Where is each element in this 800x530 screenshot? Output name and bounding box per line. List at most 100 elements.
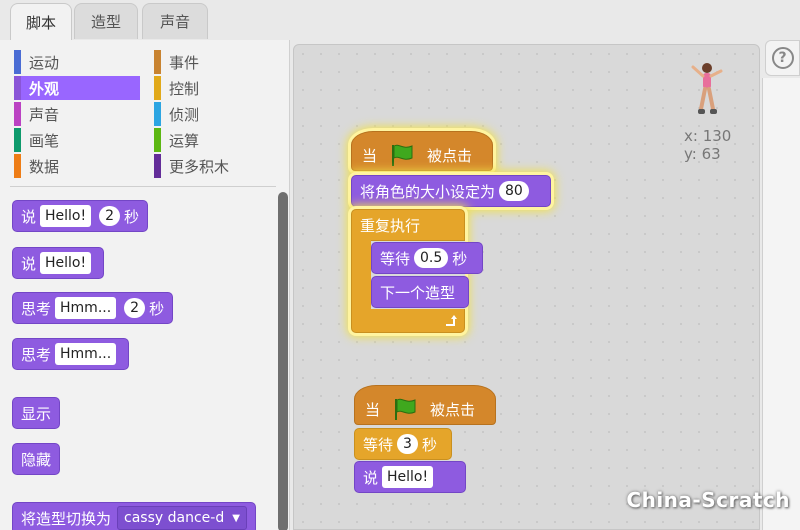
category-color — [154, 128, 161, 152]
block-label: 说 — [363, 468, 379, 487]
say-block[interactable]: 说 Hello! — [12, 247, 105, 279]
category-label: 画笔 — [29, 131, 60, 150]
category-color — [14, 154, 21, 178]
sprite-y: y: 63 — [684, 145, 721, 163]
block-label: 等待 — [363, 435, 394, 454]
block-text-input[interactable]: Hello! — [382, 466, 434, 488]
block-text-input[interactable]: Hmm... — [55, 343, 117, 365]
category-sensing[interactable]: 侦测 — [154, 102, 274, 126]
category-label: 控制 — [169, 79, 200, 98]
category-color — [154, 154, 161, 178]
category-more-blocks[interactable]: 更多积木 — [154, 154, 274, 178]
block-label: 秒 — [149, 299, 165, 318]
block-label: 重复执行 — [360, 216, 421, 235]
tab-label: 声音 — [159, 13, 190, 31]
category-operators[interactable]: 运算 — [154, 128, 274, 152]
category-color — [154, 50, 161, 74]
category-control[interactable]: 控制 — [154, 76, 274, 100]
loop-arrow-icon — [446, 315, 457, 326]
think-for-secs-block[interactable]: 思考 Hmm... 2 秒 — [12, 292, 174, 324]
when-flag-clicked-hat[interactable]: 当 被点击 — [351, 131, 493, 171]
block-label: 隐藏 — [21, 450, 52, 469]
category-events[interactable]: 事件 — [154, 50, 274, 74]
category-looks[interactable]: 外观 — [14, 76, 140, 100]
show-block[interactable]: 显示 — [12, 397, 61, 429]
switch-costume-block[interactable]: 将造型切换为 cassy dance-d ▼ — [12, 502, 256, 530]
sprite-x: x: 130 — [684, 127, 732, 145]
tab-sounds[interactable]: 声音 — [142, 3, 208, 39]
category-label: 外观 — [29, 79, 60, 98]
block-label: 将造型切换为 — [21, 509, 112, 528]
green-flag-icon — [395, 398, 416, 420]
tab-costumes[interactable]: 造型 — [74, 3, 138, 39]
say-for-secs-block[interactable]: 说 Hello! 2 秒 — [12, 200, 149, 232]
category-color — [154, 102, 161, 126]
wait-block[interactable]: 等待 0.5 秒 — [371, 242, 483, 274]
category-label: 事件 — [169, 53, 200, 72]
costume-dropdown[interactable]: cassy dance-d ▼ — [117, 506, 247, 530]
block-label: 将角色的大小设定为 — [360, 182, 496, 201]
block-label: 秒 — [452, 249, 468, 268]
sprite-thumbnail-icon — [691, 63, 723, 114]
category-data[interactable]: 数据 — [14, 154, 134, 178]
category-divider — [10, 186, 276, 187]
block-label: 思考 — [21, 345, 52, 364]
next-costume-block[interactable]: 下一个造型 — [371, 276, 469, 308]
script-area[interactable]: x: 130 y: 63 当 被点击 将角色的大小设定为 80 重复执行 等待 … — [293, 44, 760, 530]
help-button[interactable]: ? — [765, 40, 800, 76]
category-label: 运算 — [169, 131, 200, 150]
category-sound[interactable]: 声音 — [14, 102, 134, 126]
block-label: 秒 — [421, 435, 437, 454]
set-size-block[interactable]: 将角色的大小设定为 80 — [351, 175, 551, 207]
green-flag-icon — [392, 144, 413, 166]
category-label: 声音 — [29, 105, 60, 124]
think-block[interactable]: 思考 Hmm... — [12, 338, 130, 370]
when-flag-clicked-hat-2[interactable]: 当 被点击 — [354, 385, 496, 425]
block-label: 显示 — [21, 404, 52, 423]
block-number-input[interactable]: 80 — [499, 181, 529, 201]
help-icon: ? — [771, 47, 794, 69]
block-number-input[interactable]: 0.5 — [414, 248, 449, 268]
block-label: 当 — [365, 400, 381, 419]
category-label: 侦测 — [169, 105, 200, 124]
tab-scripts[interactable]: 脚本 — [10, 3, 72, 41]
category-color — [154, 76, 161, 100]
tab-label: 脚本 — [25, 14, 56, 32]
block-label: 下一个造型 — [380, 283, 456, 302]
category-color — [14, 102, 21, 126]
dropdown-value: cassy dance-d — [124, 510, 225, 526]
say-block-2[interactable]: 说 Hello! — [354, 461, 466, 493]
category-pen[interactable]: 画笔 — [14, 128, 134, 152]
category-color — [14, 50, 21, 74]
sprite-coordinates: x: 130 y: 63 — [684, 127, 731, 163]
block-text-input[interactable]: Hello! — [40, 252, 92, 274]
forever-footer — [351, 309, 465, 333]
category-label: 运动 — [29, 53, 60, 72]
block-text-input[interactable]: Hello! — [40, 205, 92, 227]
forever-arm — [351, 240, 371, 310]
wait-secs-block[interactable]: 等待 3 秒 — [354, 428, 452, 460]
category-label: 数据 — [29, 157, 60, 176]
block-number-input[interactable]: 3 — [397, 434, 418, 454]
block-number-input[interactable]: 2 — [124, 298, 146, 318]
chevron-down-icon: ▼ — [232, 512, 240, 524]
category-motion[interactable]: 运动 — [14, 50, 134, 74]
forever-block[interactable]: 重复执行 — [351, 209, 465, 241]
block-label: 思考 — [21, 299, 52, 318]
palette-scrollbar[interactable] — [278, 192, 288, 530]
tab-label: 造型 — [90, 13, 121, 31]
block-text-input[interactable]: Hmm... — [55, 297, 117, 319]
watermark: China-Scratch — [626, 488, 790, 512]
block-palette: 运动 外观 声音 画笔 数据 事件 控制 侦测 运算 更多积木 说 Hello!… — [0, 40, 290, 530]
category-color — [14, 128, 21, 152]
tab-bar: 脚本 造型 声音 — [0, 0, 800, 41]
hide-block[interactable]: 隐藏 — [12, 443, 61, 475]
block-label: 当 — [362, 146, 378, 165]
block-number-input[interactable]: 2 — [99, 206, 121, 226]
block-label: 说 — [21, 254, 37, 273]
right-panel-edge — [762, 78, 800, 530]
category-label: 更多积木 — [169, 157, 230, 176]
category-list: 运动 外观 声音 画笔 数据 事件 控制 侦测 运算 更多积木 — [0, 40, 280, 188]
block-label: 等待 — [380, 249, 411, 268]
category-color — [14, 76, 21, 100]
